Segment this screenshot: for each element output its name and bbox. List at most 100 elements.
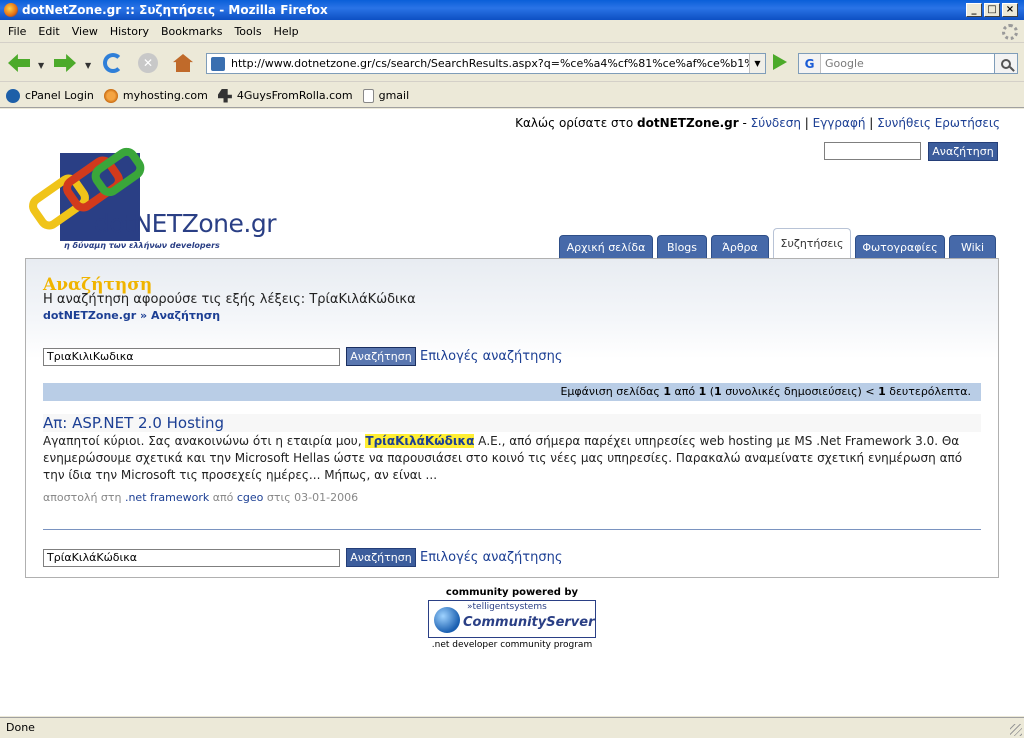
home-button[interactable] xyxy=(170,50,196,76)
register-link[interactable]: Εγγραφή xyxy=(813,116,866,130)
search-options-link-bottom[interactable]: Επιλογές αναζήτησης xyxy=(420,550,562,565)
url-text[interactable]: http://www.dotnetzone.gr/cs/search/Searc… xyxy=(231,57,749,70)
search-box[interactable]: G Google xyxy=(798,53,995,74)
community-server-label: CommunityServer xyxy=(463,615,595,630)
throbber-icon xyxy=(1002,24,1018,40)
breadcrumb-root-link[interactable]: dotNETZone.gr xyxy=(43,309,136,322)
reload-icon xyxy=(103,53,123,73)
pager-text: συνολικές δημοσιεύσεις) < xyxy=(721,385,879,398)
resize-grip-icon[interactable] xyxy=(1010,724,1022,736)
footer: community powered by »telligentsystems C… xyxy=(0,587,1024,650)
bookmark-myhosting[interactable]: myhosting.com xyxy=(103,88,208,103)
search-placeholder[interactable]: Google xyxy=(821,57,864,70)
welcome-site-name: dotNETZone.gr xyxy=(637,116,739,130)
tab-discussions[interactable]: Συζητήσεις xyxy=(773,228,851,259)
search-panel: Αναζήτηση Η αναζήτηση αφορούσε τις εξής … xyxy=(25,258,999,578)
forward-button[interactable] xyxy=(52,50,78,76)
google-engine-icon[interactable]: G xyxy=(799,54,821,73)
pager-seconds: 1 xyxy=(878,385,886,398)
bookmarks-toolbar: cPanel Login myhosting.com 4GuysFromRoll… xyxy=(0,84,1024,108)
tab-wiki[interactable]: Wiki xyxy=(949,235,996,259)
search-button-top[interactable]: Αναζήτηση xyxy=(346,347,416,366)
search-form-top: ΤριαΚιλιΚωδικα Αναζήτηση Επιλογές αναζήτ… xyxy=(43,347,562,366)
separator: | xyxy=(800,116,813,130)
result-excerpt: Αγαπητοί κύριοι. Σας ανακοινώνω ότι η ετ… xyxy=(43,433,983,484)
search-input-top[interactable]: ΤριαΚιλιΚωδικα xyxy=(43,347,340,366)
logo-text: dotNETZone.gr xyxy=(94,209,276,238)
divider xyxy=(43,529,981,530)
search-go-button[interactable] xyxy=(994,53,1018,74)
menu-tools[interactable]: Tools xyxy=(228,25,267,38)
4guys-icon xyxy=(217,88,232,103)
globe-icon xyxy=(434,607,460,633)
pager-page: 1 xyxy=(663,385,671,398)
forward-arrow-icon xyxy=(54,54,76,72)
back-history-dropdown[interactable]: ▼ xyxy=(38,61,44,70)
bookmark-4guys[interactable]: 4GuysFromRolla.com xyxy=(217,88,353,103)
separator: | xyxy=(865,116,878,130)
result-highlight: ΤρίαΚιλάΚώδικα xyxy=(365,434,475,448)
telligent-label: »telligentsystems xyxy=(467,602,547,612)
magnifier-icon xyxy=(1001,58,1011,69)
menu-view[interactable]: View xyxy=(66,25,104,38)
url-dropdown-icon[interactable]: ▼ xyxy=(749,54,765,73)
window-title: dotNetZone.gr :: Συζητήσεις - Mozilla Fi… xyxy=(22,3,328,17)
search-form-bottom: ΤρίαΚιλάΚώδικα Αναζήτηση Επιλογές αναζήτ… xyxy=(43,548,562,567)
tab-photos[interactable]: Φωτογραφίες xyxy=(855,235,945,259)
page-content: Καλώς ορίσατε στο dotNETZone.gr - Σύνδεσ… xyxy=(0,109,1024,716)
search-options-link-top[interactable]: Επιλογές αναζήτησης xyxy=(420,349,562,364)
result-text: Αγαπητοί κύριοι. Σας ανακοινώνω ότι η ετ… xyxy=(43,434,366,448)
tab-home[interactable]: Αρχική σελίδα xyxy=(559,235,653,259)
maximize-button[interactable]: □ xyxy=(984,3,1000,17)
address-bar[interactable]: http://www.dotnetzone.gr/cs/search/Searc… xyxy=(206,53,766,74)
header-search-input[interactable] xyxy=(824,142,921,160)
tab-blogs[interactable]: Blogs xyxy=(657,235,707,259)
welcome-bar: Καλώς ορίσατε στο dotNETZone.gr - Σύνδεσ… xyxy=(515,116,1000,130)
author-link[interactable]: cgeo xyxy=(237,491,264,504)
pager-text: από xyxy=(670,385,699,398)
myhosting-icon xyxy=(103,88,118,103)
meta-text: αποστολή στη xyxy=(43,491,125,504)
close-button[interactable]: × xyxy=(1002,3,1018,17)
stop-button[interactable]: ✕ xyxy=(135,50,161,76)
forum-link[interactable]: .net framework xyxy=(125,491,209,504)
developer-program-label: .net developer community program xyxy=(431,640,593,650)
forward-history-dropdown[interactable]: ▼ xyxy=(85,61,91,70)
bookmark-label: 4GuysFromRolla.com xyxy=(236,89,353,102)
menu-help[interactable]: Help xyxy=(268,25,305,38)
go-button[interactable] xyxy=(770,54,788,72)
cpanel-icon xyxy=(6,88,20,103)
login-link[interactable]: Σύνδεση xyxy=(751,116,801,130)
logo-slogan: η δύναμη των ελλήνων developers xyxy=(64,241,220,250)
pager-text: ( xyxy=(706,385,715,398)
header-search-button[interactable]: Αναζήτηση xyxy=(928,142,998,161)
menu-bookmarks[interactable]: Bookmarks xyxy=(155,25,228,38)
tab-articles[interactable]: Άρθρα xyxy=(711,235,769,259)
search-input-bottom[interactable]: ΤρίαΚιλάΚώδικα xyxy=(43,548,340,567)
status-text: Done xyxy=(6,721,35,734)
back-button[interactable] xyxy=(6,50,32,76)
home-icon xyxy=(173,54,193,72)
bookmark-gmail[interactable]: gmail xyxy=(362,88,409,103)
breadcrumb-separator: » xyxy=(136,309,151,322)
welcome-text: Καλώς ορίσατε στο xyxy=(515,116,637,130)
site-logo[interactable]: dotNETZone.gr η δύναμη των ελλήνων devel… xyxy=(24,143,288,250)
result-date: 03-01-2006 xyxy=(294,491,359,504)
page-icon xyxy=(362,88,374,103)
pager-bar: Εμφάνιση σελίδας 1 από 1 (1 συνολικές δη… xyxy=(43,383,981,401)
minimize-button[interactable]: _ xyxy=(966,3,982,17)
meta-text: στις xyxy=(263,491,295,504)
menu-edit[interactable]: Edit xyxy=(32,25,65,38)
breadcrumb: dotNETZone.gr » Αναζήτηση xyxy=(43,309,220,322)
community-server-logo[interactable]: »telligentsystems CommunityServer xyxy=(428,600,596,638)
menu-file[interactable]: File xyxy=(2,25,32,38)
result-title-link[interactable]: Απ: ASP.NET 2.0 Hosting xyxy=(43,414,981,432)
result-meta: αποστολή στη .net framework από cgeo στι… xyxy=(43,491,358,504)
faq-link[interactable]: Συνήθεις Ερωτήσεις xyxy=(877,116,1000,130)
title-bar: dotNetZone.gr :: Συζητήσεις - Mozilla Fi… xyxy=(0,0,1024,20)
reload-button[interactable] xyxy=(100,50,126,76)
breadcrumb-current-link[interactable]: Αναζήτηση xyxy=(151,309,220,322)
menu-history[interactable]: History xyxy=(104,25,155,38)
bookmark-cpanel[interactable]: cPanel Login xyxy=(6,88,94,103)
search-button-bottom[interactable]: Αναζήτηση xyxy=(346,548,416,567)
